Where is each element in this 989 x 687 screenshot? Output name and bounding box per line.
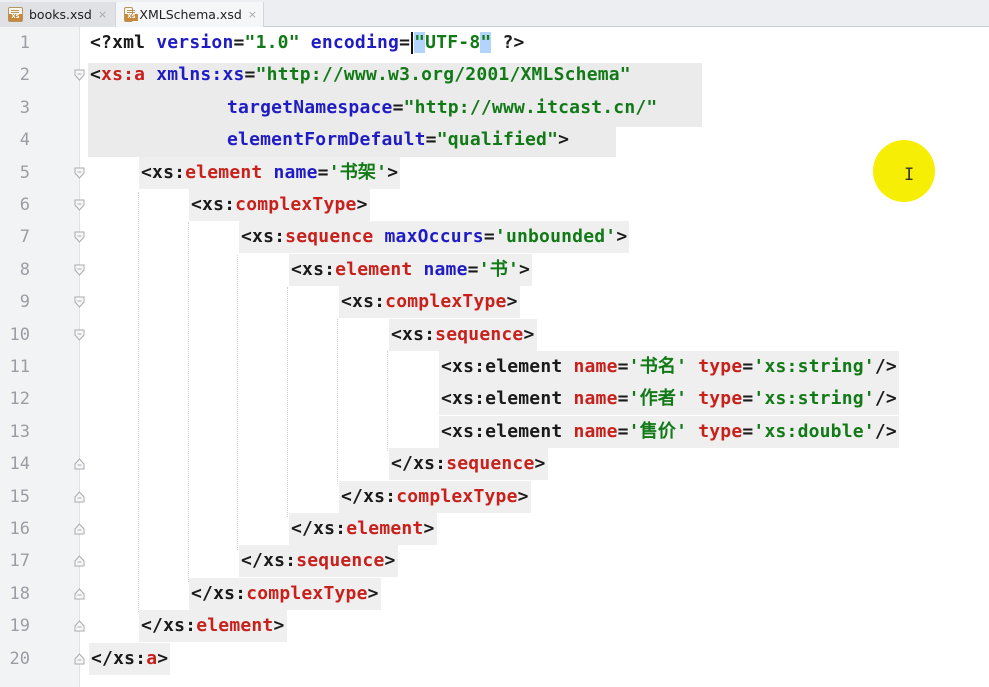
line-number: 19 bbox=[9, 616, 30, 637]
line-number: 2 bbox=[19, 65, 30, 86]
code-text[interactable]: </xs:complexType> bbox=[339, 480, 531, 513]
fold-close-icon[interactable] bbox=[74, 490, 85, 503]
code-text[interactable]: <xs:element name='书架'> bbox=[139, 156, 401, 189]
fold-close-icon[interactable] bbox=[74, 458, 85, 470]
code-text[interactable]: </xs:element> bbox=[139, 610, 287, 643]
code-line[interactable]: 13 <xs:element name='售价' type='xs:double… bbox=[0, 415, 989, 448]
line-number: 9 bbox=[19, 292, 30, 313]
code-line[interactable]: 7 <xs:sequence maxOccurs='unbounded'> bbox=[0, 221, 989, 254]
line-number: 14 bbox=[9, 454, 30, 475]
fold-close-icon[interactable] bbox=[74, 652, 85, 665]
line-number: 11 bbox=[9, 357, 30, 377]
fold-open-icon[interactable] bbox=[74, 329, 85, 341]
code-editor[interactable]: 1 <?xml version="1.0" encoding= "UTF-8" ?… bbox=[0, 27, 989, 687]
line-number: 3 bbox=[19, 97, 30, 118]
fold-close-icon[interactable] bbox=[74, 620, 85, 632]
fold-close-icon[interactable] bbox=[74, 555, 85, 567]
line-number: 4 bbox=[19, 130, 30, 151]
close-icon[interactable]: × bbox=[98, 8, 107, 21]
line-number: 17 bbox=[9, 551, 30, 572]
code-text[interactable]: </xs:sequence> bbox=[389, 448, 548, 481]
line-number: 16 bbox=[9, 519, 30, 539]
code-text[interactable]: <xs:complexType> bbox=[339, 286, 520, 319]
line-number: 8 bbox=[19, 259, 30, 280]
code-line[interactable]: 15 </xs:complexType> bbox=[0, 480, 989, 513]
text-cursor-icon: I bbox=[904, 165, 915, 185]
line-number: 12 bbox=[9, 389, 30, 410]
code-line[interactable]: 20 </xs:a> bbox=[0, 642, 989, 675]
code-text[interactable]: <xs:element name='作者' type='xs:string'/> bbox=[439, 383, 899, 416]
fold-close-icon[interactable] bbox=[74, 588, 85, 600]
code-text[interactable]: elementFormDefault="qualified"> bbox=[227, 124, 569, 156]
code-line[interactable]: 9 <xs:complexType> bbox=[0, 286, 989, 319]
close-icon[interactable]: × bbox=[248, 8, 257, 21]
code-text[interactable]: </xs:sequence> bbox=[239, 545, 398, 578]
line-number: 18 bbox=[9, 583, 30, 604]
xsd-file-icon: XS bbox=[8, 7, 23, 22]
code-text[interactable]: <?xml version="1.0" encoding= "UTF-8" ?> bbox=[90, 27, 525, 59]
code-line[interactable]: 16 </xs:element> bbox=[0, 513, 989, 545]
code-line[interactable]: 1 <?xml version="1.0" encoding= "UTF-8" ?… bbox=[0, 27, 989, 59]
editor-tab-bar: XS books.xsd × XS XMLSchema.xsd × bbox=[0, 0, 989, 27]
line-number: 7 bbox=[19, 227, 30, 248]
line-number: 5 bbox=[19, 162, 30, 183]
fold-open-icon[interactable] bbox=[74, 296, 85, 308]
code-line[interactable]: 3 targetNamespace="http://www.itcast.cn/… bbox=[0, 92, 989, 124]
fold-open-icon[interactable] bbox=[74, 199, 85, 211]
code-text[interactable]: </xs:complexType> bbox=[189, 577, 381, 610]
code-text[interactable]: targetNamespace="http://www.itcast.cn/" bbox=[227, 92, 657, 124]
code-line[interactable]: 11 <xs:element name='书名' type='xs:string… bbox=[0, 351, 989, 383]
fold-open-icon[interactable] bbox=[74, 69, 85, 82]
code-text[interactable]: </xs:a> bbox=[89, 642, 171, 675]
code-text[interactable]: <xs:element name='书名' type='xs:string'/> bbox=[439, 351, 899, 383]
line-number: 1 bbox=[19, 33, 30, 53]
tab-label: books.xsd bbox=[29, 7, 92, 22]
code-text[interactable]: </xs:element> bbox=[289, 513, 437, 545]
line-number: 13 bbox=[9, 421, 30, 442]
code-text[interactable]: <xs:element name='售价' type='xs:double'/> bbox=[439, 415, 899, 448]
code-text[interactable]: <xs:sequence maxOccurs='unbounded'> bbox=[239, 221, 630, 254]
fold-open-icon[interactable] bbox=[74, 264, 85, 276]
code-line[interactable]: 17 </xs:sequence> bbox=[0, 545, 989, 578]
code-line[interactable]: 5 <xs:element name='书架'> bbox=[0, 156, 989, 189]
text-caret bbox=[411, 32, 414, 54]
fold-close-icon[interactable] bbox=[74, 523, 85, 535]
code-line[interactable]: 14 </xs:sequence> bbox=[0, 448, 989, 481]
code-text[interactable]: <xs:sequence> bbox=[389, 318, 537, 351]
tab-xmlschema-xsd[interactable]: XS XMLSchema.xsd × bbox=[116, 2, 264, 27]
code-text[interactable]: <xs:complexType> bbox=[189, 189, 370, 221]
code-line[interactable]: 2 <xs:a xmlns:xs="http://www.w3.org/2001… bbox=[0, 59, 989, 91]
line-number: 10 bbox=[9, 324, 30, 345]
code-line[interactable]: 19 </xs:element> bbox=[0, 610, 989, 643]
tab-label: XMLSchema.xsd bbox=[139, 7, 242, 22]
code-line[interactable]: 6 <xs:complexType> bbox=[0, 189, 989, 221]
code-text[interactable]: <xs:element name='书'> bbox=[289, 253, 533, 286]
line-number: 20 bbox=[9, 648, 30, 669]
code-line[interactable]: 12 <xs:element name='作者' type='xs:string… bbox=[0, 383, 989, 416]
fold-open-icon[interactable] bbox=[74, 231, 85, 244]
code-line[interactable]: 18 </xs:complexType> bbox=[0, 577, 989, 610]
code-line[interactable]: 8 <xs:element name='书'> bbox=[0, 253, 989, 286]
fold-open-icon[interactable] bbox=[74, 167, 85, 179]
code-line[interactable]: 10 <xs:sequence> bbox=[0, 318, 989, 351]
xsd-file-icon: XS bbox=[124, 7, 138, 22]
code-text[interactable]: <xs:a xmlns:xs="http://www.w3.org/2001/X… bbox=[90, 59, 631, 91]
line-number: 6 bbox=[19, 195, 30, 215]
line-number: 15 bbox=[9, 486, 30, 507]
code-line[interactable]: 4 elementFormDefault="qualified"> bbox=[0, 124, 989, 156]
tab-books-xsd[interactable]: XS books.xsd × bbox=[0, 2, 116, 27]
